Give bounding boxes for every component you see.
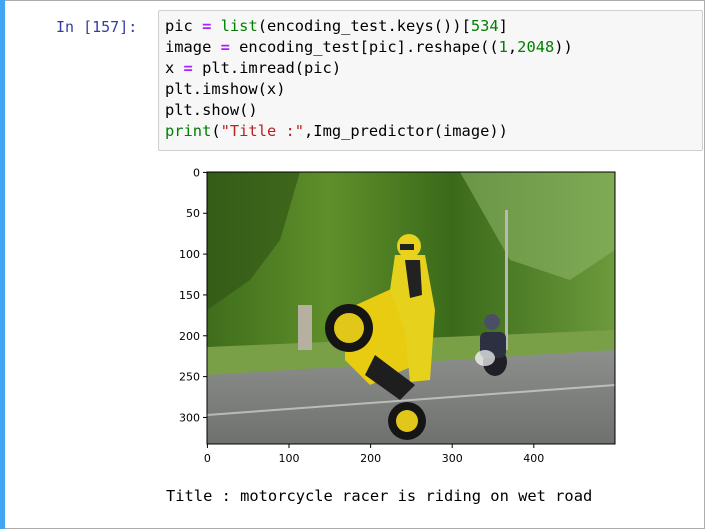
y-tick-label: 150 [179, 289, 200, 302]
code-token: list [220, 17, 258, 35]
x-tick-label: 0 [204, 452, 211, 465]
code-token: ,Img_predictor(image)) [304, 122, 508, 140]
code-token: plt.imshow(x) [165, 80, 286, 98]
code-token: 534 [470, 17, 499, 35]
code-editor[interactable]: pic = list(encoding_test.keys())[534] ima… [158, 10, 703, 151]
x-tick-label: 100 [279, 452, 300, 465]
code-line[interactable]: plt.imshow(x) [165, 79, 696, 100]
y-tick-label: 300 [179, 411, 200, 424]
code-line[interactable]: image = encoding_test[pic].reshape((1,20… [165, 37, 696, 58]
code-token: (encoding_test.keys())[ [257, 17, 471, 35]
y-tick-label: 0 [193, 166, 200, 179]
y-tick-label: 200 [179, 330, 200, 343]
y-tick-label: 50 [186, 207, 200, 220]
code-token: , [507, 38, 518, 56]
code-token: = [202, 17, 212, 35]
code-token: encoding_test[pic].reshape(( [229, 38, 499, 56]
code-token: )) [554, 38, 573, 56]
x-tick-label: 200 [360, 452, 381, 465]
code-token: "Title :" [220, 122, 305, 140]
code-token: ] [498, 17, 508, 35]
code-line[interactable]: plt.show() [165, 100, 696, 121]
y-tick-label: 100 [179, 248, 200, 261]
x-tick-label: 400 [523, 452, 544, 465]
plot-svg: 0 50 100 150 200 250 300 0 100 200 300 400 [179, 166, 616, 465]
imshow-plot: 0 50 100 150 200 250 300 0 100 200 300 400 [160, 160, 630, 470]
code-line[interactable]: print("Title :",Img_predictor(image)) [165, 121, 696, 142]
code-token: x [165, 59, 184, 77]
code-token: plt.show() [165, 101, 258, 119]
code-line[interactable]: pic = list(encoding_test.keys())[534] [165, 16, 696, 37]
code-token: pic [165, 17, 203, 35]
y-axis: 0 50 100 150 200 250 300 [179, 166, 207, 424]
y-tick-label: 250 [179, 371, 200, 384]
code-token: print [165, 122, 212, 140]
cell-prompt: In [157]: [56, 18, 138, 36]
code-token: 2048 [517, 38, 555, 56]
photo-image [206, 172, 616, 444]
code-token: plt.imread(pic) [192, 59, 342, 77]
output-title: Title : motorcycle racer is riding on we… [166, 487, 593, 505]
code-line[interactable]: x = plt.imread(pic) [165, 58, 696, 79]
code-token: = [220, 38, 230, 56]
x-tick-label: 300 [442, 452, 463, 465]
code-token: image [165, 38, 221, 56]
code-token: = [183, 59, 193, 77]
x-axis: 0 100 200 300 400 [204, 444, 544, 465]
code-token: 1 [498, 38, 508, 56]
code-token: ( [211, 122, 221, 140]
